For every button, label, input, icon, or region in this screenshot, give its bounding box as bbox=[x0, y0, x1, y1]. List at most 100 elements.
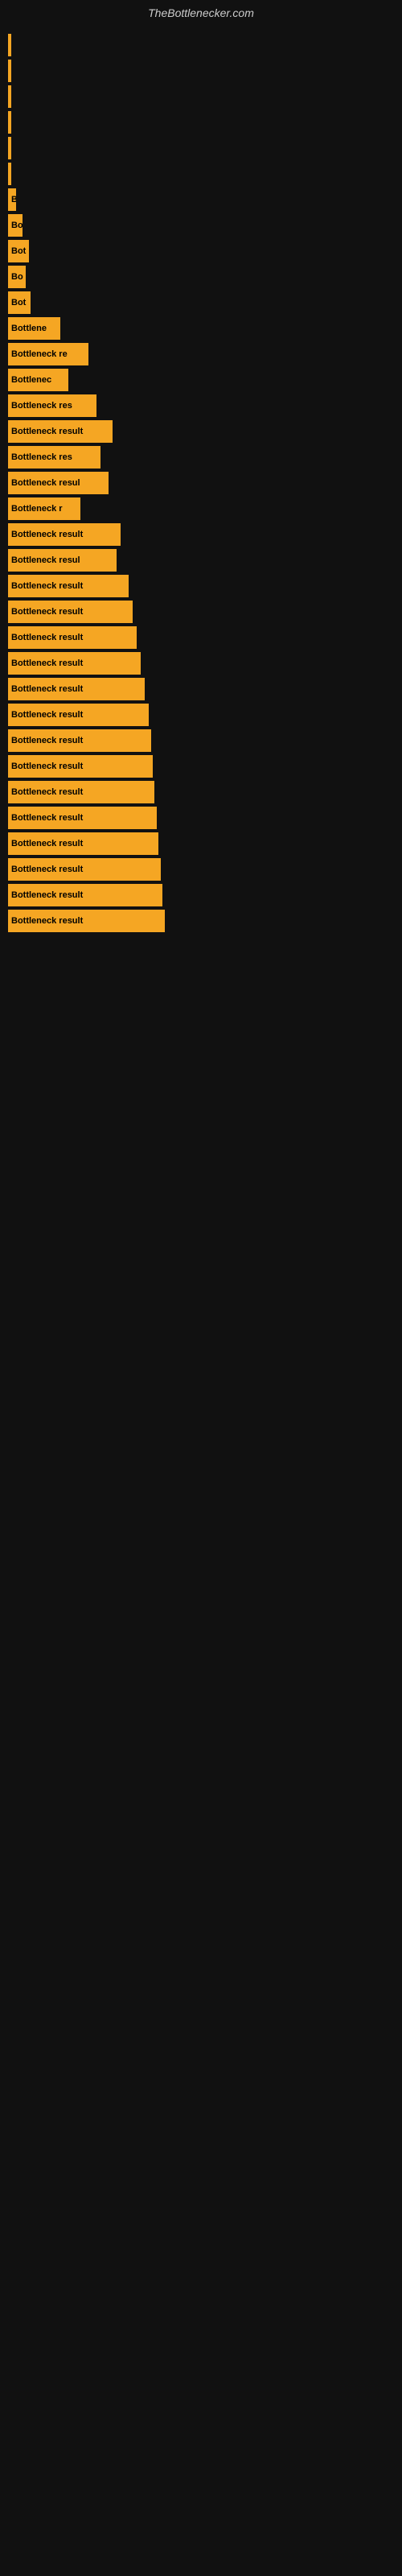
bar-label: Bottleneck resul bbox=[11, 478, 80, 488]
site-title: TheBottlenecker.com bbox=[0, 0, 402, 26]
bar-item: Bot bbox=[8, 240, 29, 262]
bar-row: Bottleneck result bbox=[8, 910, 402, 932]
bar-label: Bot bbox=[11, 298, 26, 308]
bar-item: Bottleneck result bbox=[8, 704, 149, 726]
bar-row: Bottlene bbox=[8, 317, 402, 340]
bar-label: Bo bbox=[11, 221, 23, 230]
bar-label: Bo bbox=[11, 272, 23, 282]
bar-label: Bottleneck resul bbox=[11, 555, 80, 565]
bar-row: Bot bbox=[8, 240, 402, 262]
bar-label: B bbox=[11, 195, 16, 204]
bar-label: Bottleneck result bbox=[11, 658, 83, 668]
bar-label: Bottleneck result bbox=[11, 813, 83, 823]
bar-item: Bottleneck resul bbox=[8, 472, 109, 494]
bar-row: Bottleneck result bbox=[8, 807, 402, 829]
bar-row: Bottleneck result bbox=[8, 652, 402, 675]
bar-item: Bottleneck result bbox=[8, 575, 129, 597]
bar-label: Bottleneck result bbox=[11, 916, 83, 926]
bar-row: Bottleneck result bbox=[8, 575, 402, 597]
bar-row: Bo bbox=[8, 266, 402, 288]
bar-row bbox=[8, 60, 402, 82]
bar-row: Bottleneck result bbox=[8, 884, 402, 906]
bar-item bbox=[8, 60, 11, 82]
bar-row: Bo bbox=[8, 214, 402, 237]
bars-container: B Bo Bot Bo Bot Bottlene Bottleneck re Bottlene… bbox=[0, 26, 402, 943]
bar-label: Bottleneck res bbox=[11, 452, 72, 462]
bar-label: Bottleneck result bbox=[11, 890, 83, 900]
bar-row bbox=[8, 34, 402, 56]
bar-item: Bottleneck result bbox=[8, 858, 161, 881]
bar-item: Bottleneck result bbox=[8, 601, 133, 623]
bar-item: Bo bbox=[8, 266, 26, 288]
bar-row: Bottleneck res bbox=[8, 394, 402, 417]
bar-item: Bottlenec bbox=[8, 369, 68, 391]
bar-row: Bottleneck result bbox=[8, 781, 402, 803]
bar-label: Bottleneck result bbox=[11, 581, 83, 591]
bar-row: Bottleneck result bbox=[8, 704, 402, 726]
bar-item: Bottleneck result bbox=[8, 832, 158, 855]
bar-item: Bottleneck res bbox=[8, 394, 96, 417]
bar-label: Bot bbox=[11, 246, 26, 256]
bar-label: Bottleneck result bbox=[11, 427, 83, 436]
bar-label: Bottleneck r bbox=[11, 504, 63, 514]
bar-label: Bottleneck result bbox=[11, 839, 83, 848]
bar-item: Bottleneck result bbox=[8, 420, 113, 443]
bar-label: Bottleneck result bbox=[11, 530, 83, 539]
bar-label: Bottleneck result bbox=[11, 762, 83, 771]
bar-item bbox=[8, 111, 11, 134]
bar-label: Bottleneck result bbox=[11, 787, 83, 797]
bar-label: Bottlenec bbox=[11, 375, 51, 385]
bar-label: Bottleneck re bbox=[11, 349, 68, 359]
bar-label: Bottleneck result bbox=[11, 710, 83, 720]
bar-row: Bottleneck result bbox=[8, 420, 402, 443]
bar-label: Bottleneck result bbox=[11, 736, 83, 745]
bar-item bbox=[8, 163, 11, 185]
site-title-container: TheBottlenecker.com bbox=[0, 0, 402, 26]
bar-item: Bottleneck result bbox=[8, 755, 153, 778]
bar-item: Bottleneck result bbox=[8, 807, 157, 829]
bar-item bbox=[8, 34, 11, 56]
bar-item bbox=[8, 85, 11, 108]
bar-row: Bottleneck result bbox=[8, 729, 402, 752]
bar-row: Bot bbox=[8, 291, 402, 314]
bar-item: Bottlene bbox=[8, 317, 60, 340]
bar-row: Bottleneck result bbox=[8, 678, 402, 700]
bar-row: Bottleneck res bbox=[8, 446, 402, 469]
bar-item: Bottleneck result bbox=[8, 652, 141, 675]
bar-item: Bottleneck result bbox=[8, 678, 145, 700]
bar-item: Bottleneck result bbox=[8, 729, 151, 752]
bar-item: Bottleneck result bbox=[8, 910, 165, 932]
bar-row: Bottleneck result bbox=[8, 755, 402, 778]
bar-row bbox=[8, 163, 402, 185]
bar-row bbox=[8, 85, 402, 108]
bar-item: Bottleneck r bbox=[8, 497, 80, 520]
bar-item: Bottleneck result bbox=[8, 523, 121, 546]
bar-row: Bottleneck result bbox=[8, 832, 402, 855]
bar-row: Bottleneck result bbox=[8, 626, 402, 649]
bar-item: Bot bbox=[8, 291, 31, 314]
bar-row: Bottleneck result bbox=[8, 858, 402, 881]
bar-row: Bottleneck re bbox=[8, 343, 402, 365]
bar-row bbox=[8, 137, 402, 159]
bar-label: Bottleneck result bbox=[11, 633, 83, 642]
bar-label: Bottleneck res bbox=[11, 401, 72, 411]
bar-item bbox=[8, 137, 11, 159]
bar-label: Bottleneck result bbox=[11, 684, 83, 694]
bar-row: Bottleneck resul bbox=[8, 472, 402, 494]
bar-label: Bottleneck result bbox=[11, 607, 83, 617]
bar-row: Bottleneck r bbox=[8, 497, 402, 520]
bar-item: Bottleneck resul bbox=[8, 549, 117, 572]
bar-row: Bottleneck resul bbox=[8, 549, 402, 572]
bar-label: Bottlene bbox=[11, 324, 47, 333]
bar-item: Bottleneck result bbox=[8, 884, 162, 906]
bar-label: Bottleneck result bbox=[11, 865, 83, 874]
bar-item: Bottleneck result bbox=[8, 781, 154, 803]
bar-item: Bo bbox=[8, 214, 23, 237]
bar-row: B bbox=[8, 188, 402, 211]
bar-item: Bottleneck result bbox=[8, 626, 137, 649]
bar-item: B bbox=[8, 188, 16, 211]
bar-row: Bottlenec bbox=[8, 369, 402, 391]
bar-row: Bottleneck result bbox=[8, 601, 402, 623]
bar-row: Bottleneck result bbox=[8, 523, 402, 546]
bar-item: Bottleneck re bbox=[8, 343, 88, 365]
